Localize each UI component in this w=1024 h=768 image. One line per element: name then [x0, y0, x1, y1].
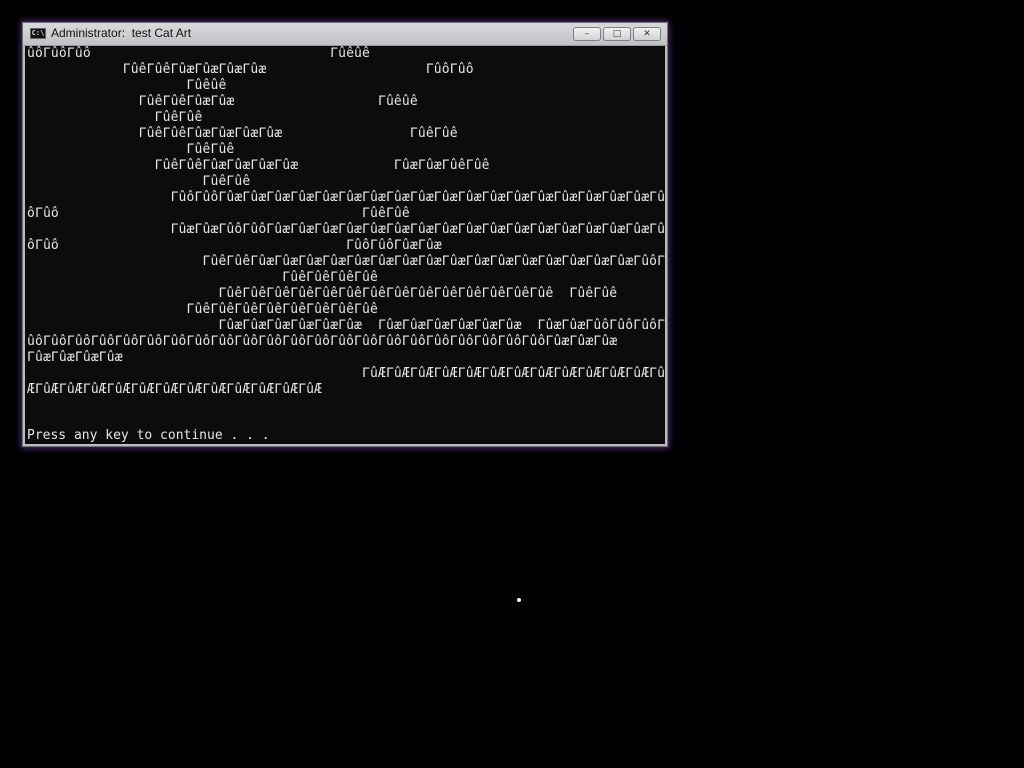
console-line: ΓûêΓûêΓûêΓûêΓûêΓûêΓûêΓûê	[186, 302, 378, 317]
console-line: ΓûêΓûêΓûæΓûæΓûæΓûæ ΓûêΓûê	[138, 126, 458, 141]
console-area[interactable]: ûôΓûôΓûô Γûêûê ΓûêΓûêΓûæΓûæΓûæΓûæ ΓûôΓûô…	[25, 46, 665, 444]
console-line: ΓûôΓûôΓûæΓûæΓûæΓûæΓûæΓûæΓûæΓûæΓûæΓûæΓûæΓ…	[170, 190, 665, 205]
console-line: ôΓûô ΓûêΓûê	[27, 206, 410, 221]
maximize-button[interactable]: □	[603, 27, 631, 41]
console-line: ΓûêΓûê	[154, 110, 203, 125]
desktop: C:\ Administrator: test Cat Art – □ ✕ ûô…	[0, 0, 1024, 768]
console-line: ΓûêΓûêΓûæΓûæΓûæΓûæ ΓûæΓûæΓûêΓûê	[154, 158, 490, 173]
console-line: ûôΓûôΓûôΓûôΓûôΓûôΓûôΓûôΓûôΓûôΓûôΓûôΓûôΓû…	[27, 334, 618, 349]
cmd-icon[interactable]: C:\	[30, 28, 46, 39]
title-bar[interactable]: C:\ Administrator: test Cat Art – □ ✕	[23, 23, 667, 46]
console-line: ΓûêΓûêΓûæΓûæΓûæΓûæΓûæΓûæΓûæΓûæΓûæΓûæΓûæΓ…	[202, 254, 665, 269]
console-output: ûôΓûôΓûô Γûêûê ΓûêΓûêΓûæΓûæΓûæΓûæ ΓûôΓûô…	[25, 46, 665, 414]
console-line: ΓûæΓûæΓûæΓûæΓûæΓûæ ΓûæΓûæΓûæΓûæΓûæΓûæ Γû…	[218, 318, 665, 333]
close-button[interactable]: ✕	[633, 27, 661, 41]
console-window[interactable]: C:\ Administrator: test Cat Art – □ ✕ ûô…	[22, 22, 668, 447]
window-title: Administrator: test Cat Art	[51, 26, 192, 40]
console-line: ΓûêΓûêΓûæΓûæ Γûêûê	[138, 94, 418, 109]
console-line: ΓûæΓûæΓûôΓûôΓûæΓûæΓûæΓûæΓûæΓûæΓûæΓûæΓûæΓ…	[170, 222, 665, 237]
console-line: ΓûêΓûêΓûêΓûêΓûêΓûêΓûêΓûêΓûêΓûêΓûêΓûêΓûêΓ…	[218, 286, 618, 301]
console-line: ôΓûô ΓûôΓûôΓûæΓûæ	[27, 238, 442, 253]
console-line: ΓûÆΓûÆΓûÆΓûÆΓûÆΓûÆΓûÆΓûÆΓûÆΓûÆΓûÆΓûÆΓûÆΓ…	[362, 366, 665, 381]
console-line: ûôΓûôΓûô Γûêûê	[27, 46, 370, 61]
mouse-cursor	[517, 598, 521, 602]
console-line: ΓûêΓûêΓûêΓûê	[282, 270, 378, 285]
console-line: ΓûêΓûêΓûæΓûæΓûæΓûæ ΓûôΓûô	[122, 62, 474, 77]
console-line: ΓûæΓûæΓûæΓûæ	[27, 350, 123, 365]
console-line: ΓûêΓûê	[186, 142, 235, 157]
continue-prompt: Press any key to continue . . .	[27, 428, 270, 443]
console-line: ΓûêΓûê	[202, 174, 251, 189]
console-line: Γûêûê	[186, 78, 227, 93]
caption-buttons: – □ ✕	[571, 27, 661, 41]
minimize-button[interactable]: –	[573, 27, 601, 41]
console-line: ÆΓûÆΓûÆΓûÆΓûÆΓûÆΓûÆΓûÆΓûÆΓûÆΓûÆΓûÆΓûÆ	[27, 382, 323, 397]
